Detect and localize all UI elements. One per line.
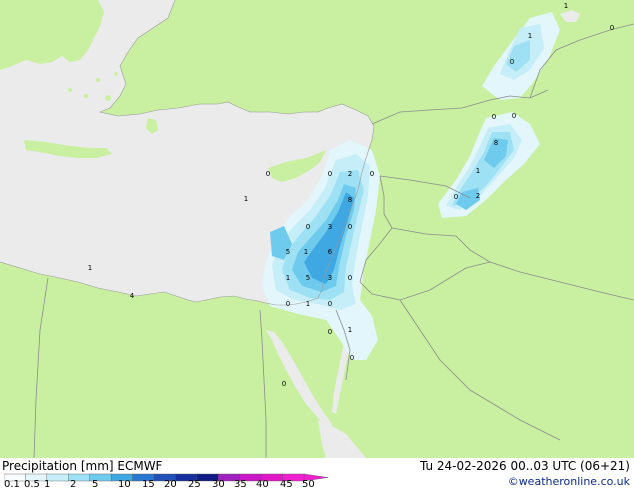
precip-value-label: 1: [244, 195, 248, 203]
precip-value-label: 1: [286, 274, 290, 282]
precip-value-label: 0: [286, 300, 290, 308]
island: [84, 94, 88, 98]
source-credit[interactable]: ©weatheronline.co.uk: [508, 475, 630, 488]
island: [130, 88, 134, 92]
island: [105, 95, 111, 101]
legend-tick-label: 40: [256, 479, 269, 490]
precip-value-label: 2: [348, 170, 352, 178]
island: [68, 88, 72, 92]
precip-value-label: 4: [130, 292, 135, 300]
precip-value-label: 5: [286, 248, 290, 256]
precip-value-label: 1: [476, 167, 480, 175]
precip-value-label: 2: [476, 192, 480, 200]
precipitation-map: 1 1 0 0 0 0 8 1 0 2 0 0 2 0 8 1 0 3 0 5 1 6 1 5 3 0 1 4 0 1 0 1 0 0 0: [0, 0, 634, 458]
legend-tick-label: 45: [280, 479, 293, 490]
legend-tick-label: 2: [70, 479, 77, 490]
precip-value-label: 0: [282, 380, 286, 388]
precip-value-label: 8: [494, 139, 498, 147]
precip-value-label: 1: [88, 264, 92, 272]
precip-value-label: 1: [528, 32, 532, 40]
precip-value-label: 0: [328, 328, 332, 336]
precip-value-label: 6: [328, 248, 333, 256]
precip-value-label: 8: [348, 196, 352, 204]
island: [114, 72, 118, 76]
legend-tick-label: 25: [188, 479, 201, 490]
precip-value-label: 0: [328, 300, 332, 308]
precip-value-label: 0: [512, 112, 516, 120]
map-footer: Precipitation [mm] ECMWF Tu 24-02-2026 0…: [0, 458, 634, 490]
precip-value-label: 0: [454, 193, 458, 201]
precip-value-label: 3: [328, 223, 332, 231]
precip-value-label: 1: [564, 2, 568, 10]
map-title: Precipitation [mm] ECMWF: [2, 459, 163, 473]
precip-value-label: 3: [328, 274, 332, 282]
legend-tick-label: 0.1: [4, 479, 20, 490]
legend-tick-label: 35: [234, 479, 247, 490]
island: [119, 101, 125, 107]
precip-value-label: 0: [510, 58, 514, 66]
precip-value-label: 1: [306, 300, 310, 308]
legend-tick-label: 1: [44, 479, 51, 490]
precip-value-label: 0: [370, 170, 374, 178]
legend-tick-label: 30: [212, 479, 225, 490]
precip-value-label: 1: [348, 326, 352, 334]
legend-labels: 0.1 0.5 1 2 5 10 15 20 25 30 35 40 45 50: [0, 480, 330, 490]
precip-value-label: 0: [350, 354, 354, 362]
precip-value-label: 0: [306, 223, 310, 231]
legend-tick-label: 50: [302, 479, 315, 490]
precip-value-label: 0: [328, 170, 332, 178]
precip-value-label: 0: [610, 24, 614, 32]
weather-map-view: 11000081020020810305161530140101000 Prec…: [0, 0, 634, 490]
legend-tick-label: 0.5: [24, 479, 40, 490]
island: [96, 78, 100, 82]
precip-value-label: 0: [348, 223, 352, 231]
legend-tick-label: 5: [92, 479, 99, 490]
precip-value-label: 0: [348, 274, 352, 282]
precip-value-label: 5: [306, 274, 310, 282]
legend-tick-label: 15: [142, 479, 155, 490]
forecast-datetime: Tu 24-02-2026 00..03 UTC (06+21): [419, 459, 630, 473]
precip-value-label: 1: [304, 248, 308, 256]
precip-value-label: 0: [492, 113, 496, 121]
precip-value-label: 0: [266, 170, 270, 178]
legend-tick-label: 10: [118, 479, 131, 490]
legend-tick-label: 20: [164, 479, 177, 490]
